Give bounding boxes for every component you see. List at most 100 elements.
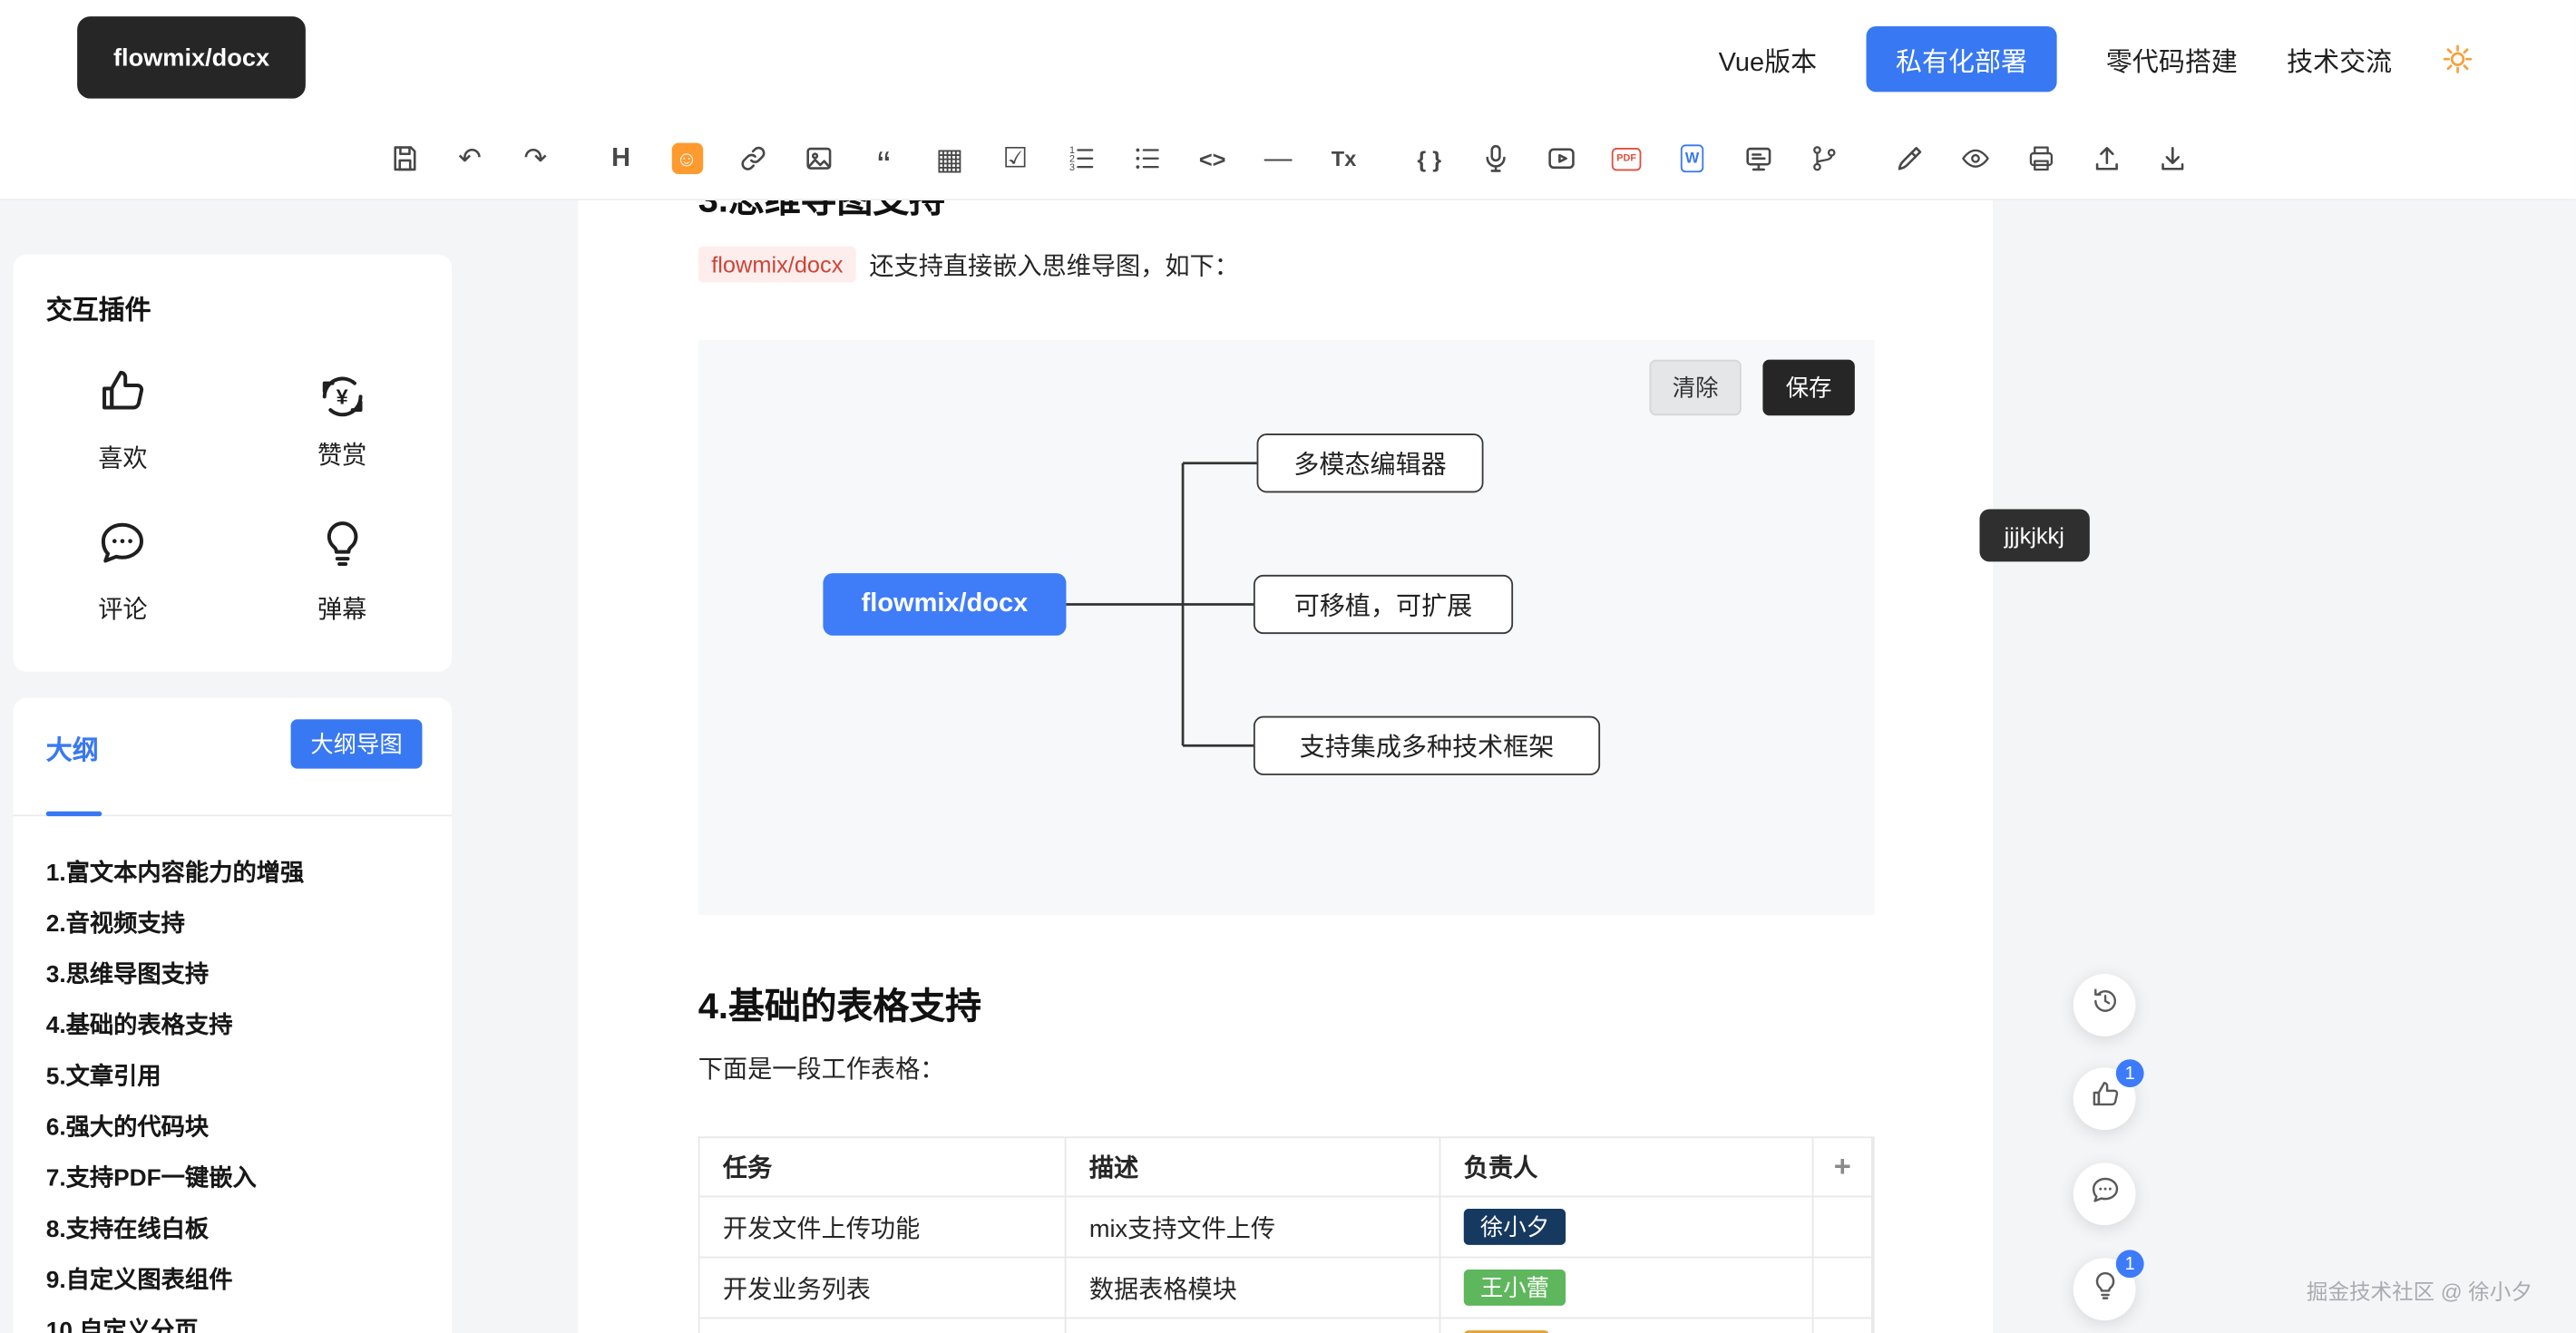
- divider-icon[interactable]: —: [1258, 139, 1297, 178]
- table-cell-task[interactable]: 开发文件上传功能: [700, 1197, 1067, 1258]
- outline-header: 大纲 大纲导图: [13, 698, 452, 816]
- unordered-list-icon[interactable]: [1127, 139, 1166, 178]
- mindmap-child-node[interactable]: 可移植，可扩展: [1254, 575, 1513, 634]
- table-row: 开发业务列表数据表格模块王小蕾: [700, 1258, 1873, 1318]
- table-cell-task[interactable]: 开发业务列表: [700, 1258, 1067, 1318]
- svg-text:3: 3: [1068, 162, 1074, 173]
- plugin-like[interactable]: 喜欢: [13, 345, 232, 496]
- table-cell-owner[interactable]: 徐小夕: [1440, 1197, 1813, 1258]
- like-count-badge: 1: [2116, 1059, 2144, 1087]
- watermark: 掘金技术社区 @ 徐小夕: [2307, 1274, 2532, 1305]
- clear-format-icon[interactable]: Tx: [1324, 139, 1363, 178]
- image-icon[interactable]: [798, 139, 837, 178]
- nav-nocode-build[interactable]: 零代码搭建: [2106, 39, 2238, 78]
- bulb-icon: [2089, 1270, 2120, 1309]
- preview-icon[interactable]: [1955, 139, 1994, 178]
- video-icon[interactable]: [1541, 139, 1580, 178]
- editor-toolbar: ↶ ↷ H ☺ “ ▦ ☑ 123 <> — Tx { } PDF W: [0, 118, 2576, 200]
- like-button[interactable]: 1: [2073, 1067, 2136, 1130]
- table-cell-task[interactable]: [700, 1318, 1067, 1333]
- outline-card: 大纲 大纲导图 1.富文本内容能力的增强2.音视频支持3.思维导图支持4.基础的…: [13, 698, 452, 1333]
- thumbs-up-icon: [2089, 1079, 2120, 1118]
- outline-item-7[interactable]: 7.支持PDF一键嵌入: [46, 1154, 433, 1205]
- comment-tooltip: jjjkjkkj: [1979, 509, 2089, 561]
- outline-list: 1.富文本内容能力的增强2.音视频支持3.思维导图支持4.基础的表格支持5.文章…: [46, 849, 433, 1333]
- plugin-comment[interactable]: 评论: [13, 496, 232, 647]
- table-cell-desc[interactable]: 数据表格模块: [1066, 1258, 1440, 1318]
- inline-code-badge: flowmix/docx: [698, 247, 856, 283]
- emoji-icon[interactable]: ☺: [667, 139, 706, 178]
- reward-icon: ¥: [317, 370, 367, 421]
- nav-vue-version[interactable]: Vue版本: [1719, 39, 1817, 78]
- add-column-button[interactable]: +: [1814, 1138, 1873, 1197]
- table-header-cell[interactable]: 描述: [1066, 1138, 1440, 1197]
- outline-item-5[interactable]: 5.文章引用: [46, 1053, 433, 1104]
- plugin-danmaku-label: 弹幕: [317, 591, 366, 626]
- table-cell-extra[interactable]: [1814, 1258, 1873, 1318]
- sun-icon[interactable]: [2441, 41, 2477, 77]
- checkbox-icon[interactable]: ☑: [996, 139, 1035, 178]
- table-icon[interactable]: ▦: [930, 139, 969, 178]
- nav-tech-exchange[interactable]: 技术交流: [2287, 39, 2392, 78]
- download-icon[interactable]: [2152, 139, 2191, 178]
- table-header-row: 任务描述负责人+: [700, 1138, 1873, 1197]
- plugin-reward[interactable]: ¥ 赞赏: [232, 345, 452, 496]
- ordered-list-icon[interactable]: 123: [1061, 139, 1100, 178]
- table-header-cell[interactable]: 负责人: [1440, 1138, 1813, 1197]
- whiteboard-icon[interactable]: [1738, 139, 1777, 178]
- mindmap-child-node[interactable]: 多模态编辑器: [1257, 433, 1484, 492]
- idea-count-badge: 1: [2116, 1250, 2144, 1278]
- table-cell-extra[interactable]: [1814, 1197, 1873, 1258]
- outline-item-1[interactable]: 1.富文本内容能力的增强: [46, 849, 433, 900]
- outline-item-3[interactable]: 3.思维导图支持: [46, 951, 433, 1002]
- heading-icon[interactable]: H: [601, 139, 640, 178]
- outline-map-button[interactable]: 大纲导图: [291, 719, 423, 768]
- section4-paragraph: 下面是一段工作表格：: [698, 1051, 945, 1085]
- outline-item-8[interactable]: 8.支持在线白板: [46, 1205, 433, 1256]
- quote-icon[interactable]: “: [864, 139, 903, 178]
- redo-icon[interactable]: ↷: [516, 139, 555, 178]
- comment-icon: [97, 518, 148, 577]
- outline-tab[interactable]: 大纲: [46, 727, 99, 766]
- section4-heading: 4.基础的表格支持: [698, 978, 981, 1030]
- codeblock-icon[interactable]: { }: [1410, 139, 1449, 178]
- mindmap-root-node[interactable]: flowmix/docx: [823, 573, 1066, 636]
- upload-icon[interactable]: [2086, 139, 2125, 178]
- undo-icon[interactable]: ↶: [450, 139, 489, 178]
- document-canvas[interactable]: 3.思维导图支持 flowmix/docx 还支持直接嵌入思维导图，如下： 清除…: [579, 200, 1993, 1333]
- outline-item-4[interactable]: 4.基础的表格支持: [46, 1002, 433, 1053]
- plugin-danmaku[interactable]: 弹幕: [232, 496, 452, 647]
- branch-icon[interactable]: [1804, 139, 1843, 178]
- comment-icon: [2089, 1174, 2120, 1213]
- link-icon[interactable]: [733, 139, 772, 178]
- app-logo: flowmix/docx: [77, 16, 306, 99]
- table-cell-owner[interactable]: [1440, 1318, 1813, 1333]
- table-cell-extra[interactable]: [1814, 1318, 1873, 1333]
- owner-badge[interactable]: 徐小夕: [1464, 1209, 1566, 1245]
- pdf-icon[interactable]: PDF: [1606, 139, 1645, 178]
- print-icon[interactable]: [2021, 139, 2060, 178]
- outline-item-9[interactable]: 9.自定义图表组件: [46, 1257, 433, 1308]
- plugin-reward-label: 赞赏: [317, 436, 366, 471]
- work-table: 任务描述负责人+开发文件上传功能mix支持文件上传徐小夕开发业务列表数据表格模块…: [698, 1136, 1875, 1333]
- history-button[interactable]: [2073, 974, 2136, 1036]
- table-cell-owner[interactable]: 王小蕾: [1440, 1258, 1813, 1318]
- page: flowmix/docx Vue版本 私有化部署 零代码搭建 技术交流 ↶ ↷ H ☺…: [0, 0, 2576, 1333]
- table-cell-desc[interactable]: [1066, 1318, 1440, 1333]
- comment-button[interactable]: [2073, 1163, 2136, 1225]
- idea-button[interactable]: 1: [2073, 1258, 2136, 1320]
- table-header-cell[interactable]: 任务: [700, 1138, 1067, 1197]
- nav-private-deploy-button[interactable]: 私有化部署: [1866, 26, 2056, 92]
- code-icon[interactable]: <>: [1193, 139, 1232, 178]
- outline-item-6[interactable]: 6.强大的代码块: [46, 1104, 433, 1154]
- save-icon[interactable]: [385, 139, 424, 178]
- owner-badge[interactable]: 王小蕾: [1464, 1270, 1566, 1306]
- sign-icon[interactable]: [1889, 139, 1928, 178]
- toolbar-group: { } PDF W: [1410, 139, 1843, 178]
- table-cell-desc[interactable]: mix支持文件上传: [1066, 1197, 1440, 1258]
- mic-icon[interactable]: [1475, 139, 1514, 178]
- outline-item-10[interactable]: 10.自定义分页: [46, 1308, 433, 1333]
- word-icon[interactable]: W: [1673, 139, 1712, 178]
- mindmap-child-node[interactable]: 支持集成多种技术框架: [1254, 716, 1600, 775]
- outline-item-2[interactable]: 2.音视频支持: [46, 900, 433, 951]
